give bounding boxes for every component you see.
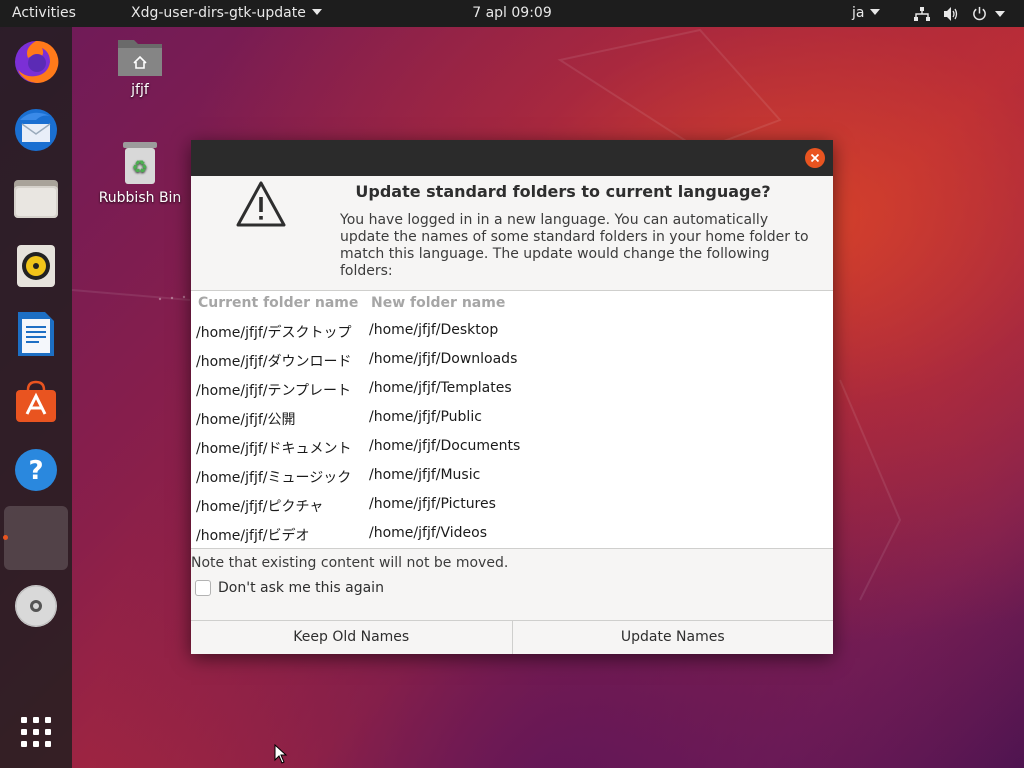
mouse-cursor-icon xyxy=(274,744,288,764)
table-row[interactable]: /home/jfjf/ビデオ /home/jfjf/Videos xyxy=(191,520,833,549)
power-icon xyxy=(973,6,986,21)
network-icon xyxy=(914,6,930,21)
trash-icon: ♻ xyxy=(123,142,157,184)
language-label: ja xyxy=(852,5,865,21)
current-folder-cell: /home/jfjf/ミュージック xyxy=(196,470,352,486)
new-folder-cell: /home/jfjf/Templates xyxy=(369,380,512,396)
current-folder-cell: /home/jfjf/ピクチャ xyxy=(196,499,324,515)
table-row[interactable]: /home/jfjf/ピクチャ /home/jfjf/Pictures xyxy=(191,491,833,520)
dock-thunderbird[interactable] xyxy=(4,98,68,162)
rhythmbox-icon xyxy=(17,245,55,287)
dock-rhythmbox[interactable] xyxy=(4,234,68,298)
help-icon: ? xyxy=(15,449,57,491)
disc-icon xyxy=(15,585,57,627)
dock-libreoffice-writer[interactable] xyxy=(4,302,68,366)
table-row[interactable]: /home/jfjf/ドキュメント /home/jfjf/Documents xyxy=(191,433,833,462)
thunderbird-icon xyxy=(15,109,57,151)
folders-table[interactable]: Current folder name New folder name /hom… xyxy=(191,290,833,549)
current-folder-cell: /home/jfjf/公開 xyxy=(196,412,296,428)
update-folders-dialog: Update standard folders to current langu… xyxy=(191,140,833,654)
writer-icon xyxy=(18,312,54,356)
home-folder-icon xyxy=(118,40,162,76)
warning-icon xyxy=(236,181,286,227)
new-folder-cell: /home/jfjf/Public xyxy=(369,409,482,425)
current-folder-cell: /home/jfjf/ドキュメント xyxy=(196,441,352,457)
show-applications-button[interactable] xyxy=(4,700,68,764)
dock-firefox[interactable] xyxy=(4,30,68,94)
desktop-icon-home[interactable]: jfjf xyxy=(95,36,185,98)
column-header-current[interactable]: Current folder name xyxy=(198,295,358,311)
desktop-icon-trash[interactable]: ♻ Rubbish Bin xyxy=(95,140,185,206)
dont-ask-checkbox-row[interactable]: Don't ask me this again xyxy=(195,580,384,596)
new-folder-cell: /home/jfjf/Videos xyxy=(369,525,487,541)
chevron-down-icon xyxy=(995,10,1005,17)
desktop-icon-label: Rubbish Bin xyxy=(98,190,182,206)
current-folder-cell: /home/jfjf/ビデオ xyxy=(196,528,310,544)
svg-text:?: ? xyxy=(28,456,43,486)
dock-files[interactable] xyxy=(4,166,68,230)
dock-running-app[interactable] xyxy=(4,506,68,570)
chevron-down-icon xyxy=(870,9,881,15)
running-indicator xyxy=(3,535,8,540)
close-icon xyxy=(810,153,820,163)
volume-icon xyxy=(944,6,958,21)
language-indicator[interactable]: ja xyxy=(852,0,881,27)
desktop-icon-label: jfjf xyxy=(131,82,149,98)
software-store-icon xyxy=(16,380,56,422)
table-row[interactable]: /home/jfjf/ダウンロード /home/jfjf/Downloads xyxy=(191,346,833,375)
note-text: Note that existing content will not be m… xyxy=(191,555,509,571)
dont-ask-checkbox-label[interactable]: Don't ask me this again xyxy=(218,580,384,596)
table-row[interactable]: /home/jfjf/テンプレート /home/jfjf/Templates xyxy=(191,375,833,404)
current-folder-cell: /home/jfjf/ダウンロード xyxy=(196,354,352,370)
dialog-button-row: Keep Old Names Update Names xyxy=(191,620,833,654)
keep-old-names-button[interactable]: Keep Old Names xyxy=(191,621,512,654)
column-header-new[interactable]: New folder name xyxy=(371,295,505,311)
table-row[interactable]: /home/jfjf/公開 /home/jfjf/Public xyxy=(191,404,833,433)
close-button[interactable] xyxy=(805,148,825,168)
dialog-titlebar[interactable] xyxy=(191,140,833,176)
new-folder-cell: /home/jfjf/Downloads xyxy=(369,351,518,367)
top-bar: Activities Xdg-user-dirs-gtk-update 7 ap… xyxy=(0,0,1024,27)
dock: ? xyxy=(0,27,72,768)
dialog-title: Update standard folders to current langu… xyxy=(355,182,771,201)
current-folder-cell: /home/jfjf/デスクトップ xyxy=(196,325,352,341)
current-folder-cell: /home/jfjf/テンプレート xyxy=(196,383,352,399)
update-names-button[interactable]: Update Names xyxy=(511,621,834,654)
new-folder-cell: /home/jfjf/Music xyxy=(369,467,481,483)
svg-text:♻: ♻ xyxy=(132,157,148,178)
new-folder-cell: /home/jfjf/Pictures xyxy=(369,496,496,512)
new-folder-cell: /home/jfjf/Desktop xyxy=(369,322,499,338)
table-row[interactable]: /home/jfjf/ミュージック /home/jfjf/Music xyxy=(191,462,833,491)
dock-dvd-drive[interactable] xyxy=(4,574,68,638)
table-row[interactable]: /home/jfjf/デスクトップ /home/jfjf/Desktop xyxy=(191,317,833,346)
new-folder-cell: /home/jfjf/Documents xyxy=(369,438,521,454)
dont-ask-checkbox[interactable] xyxy=(195,580,211,596)
dock-help[interactable]: ? xyxy=(4,438,68,502)
dialog-message: You have logged in in a new language. Yo… xyxy=(340,212,809,279)
dialog-header: Update standard folders to current langu… xyxy=(191,176,833,290)
firefox-icon xyxy=(15,40,59,83)
dock-ubuntu-software[interactable] xyxy=(4,370,68,434)
app-grid-icon xyxy=(21,717,51,747)
system-tray[interactable] xyxy=(914,0,1005,27)
files-icon xyxy=(14,180,58,218)
